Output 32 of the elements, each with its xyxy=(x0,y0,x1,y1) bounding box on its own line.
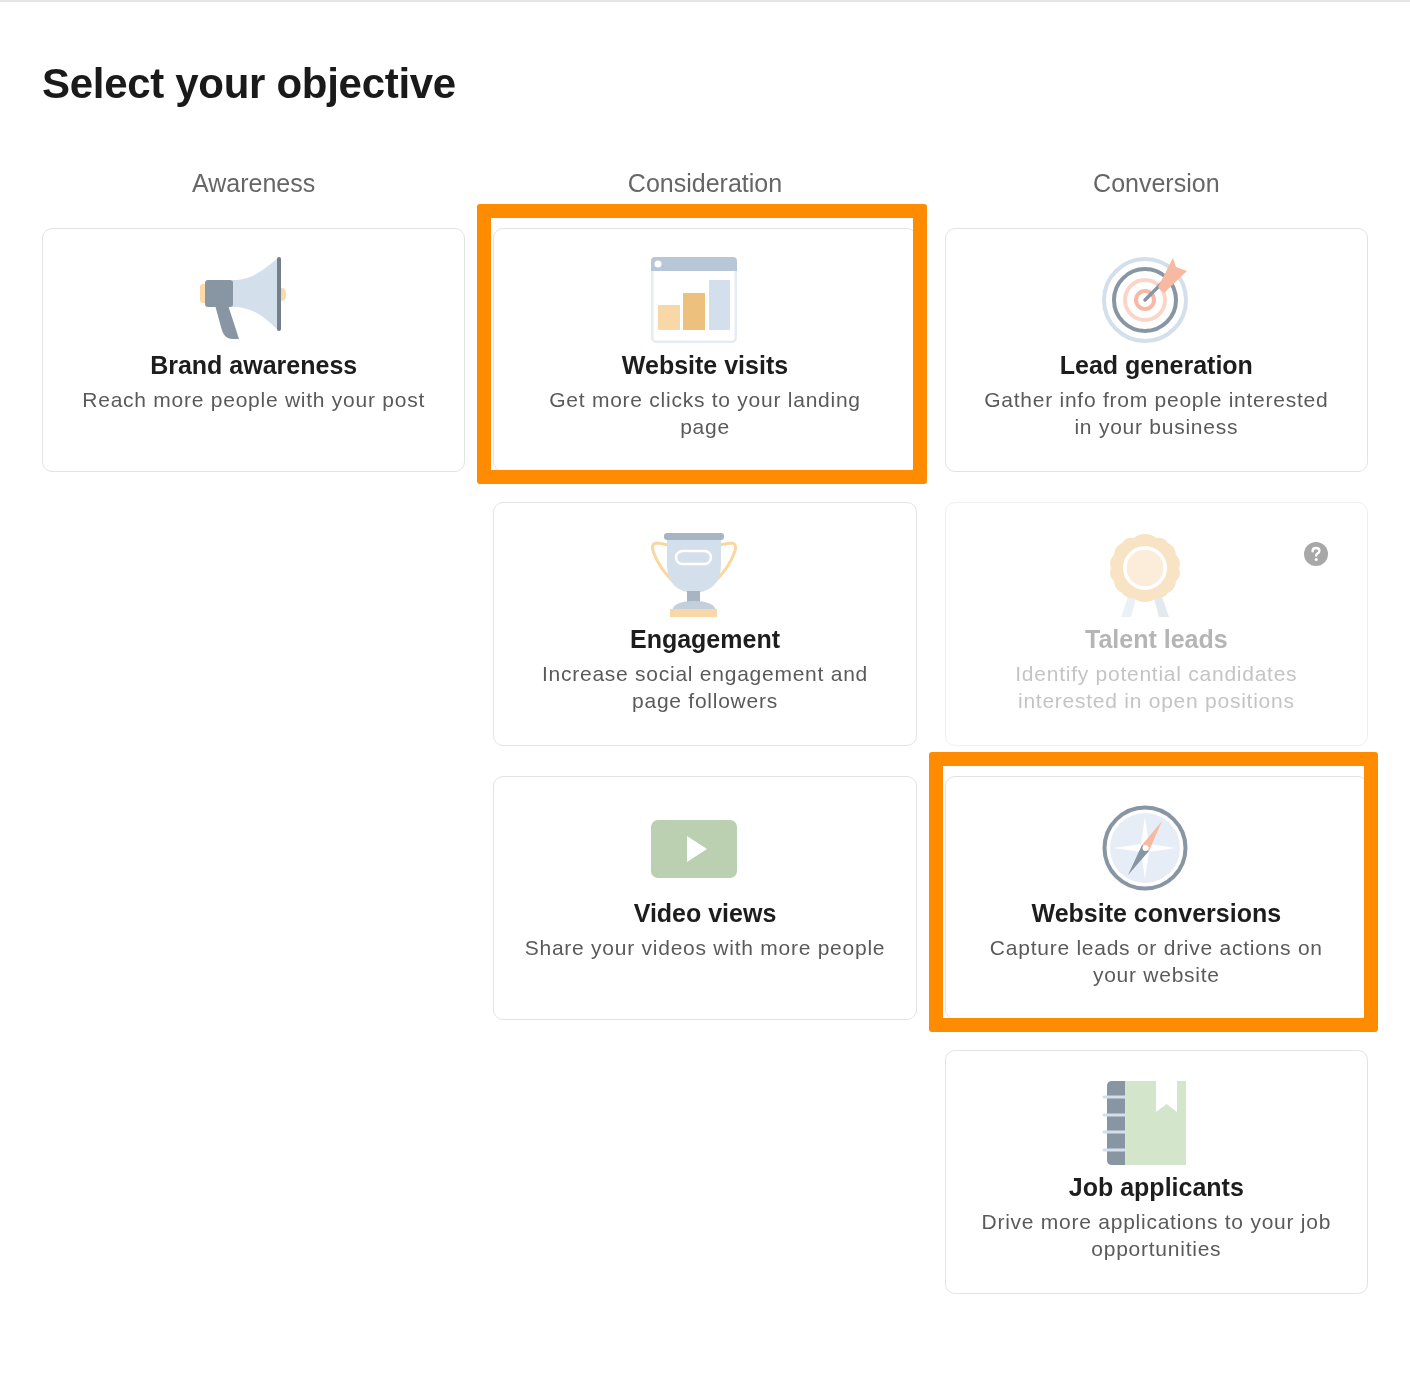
card-description: Increase social engagement and page followers xyxy=(540,661,869,714)
video-play-icon xyxy=(651,820,737,878)
card-title: Talent leads xyxy=(1085,624,1228,654)
card-title: Job applicants xyxy=(1068,1172,1244,1202)
card-title: Website visits xyxy=(621,350,789,380)
page-title: Select your objective xyxy=(42,59,457,109)
objective-card[interactable]: Brand awareness Reach more people with your post xyxy=(42,228,466,472)
target-icon xyxy=(1102,257,1189,343)
card-description: Gather info from people interested in your business xyxy=(983,387,1330,440)
objective-card[interactable]: Lead generation Gather info from people interested in your business xyxy=(944,228,1368,472)
column-heading: Consideration xyxy=(626,168,784,198)
trophy-icon xyxy=(651,531,737,617)
card-description: Capture leads or drive actions on your website xyxy=(988,935,1324,988)
megaphone-icon xyxy=(199,257,286,339)
card-description: Reach more people with your post xyxy=(82,387,425,413)
objective-card[interactable]: Video views Share your videos with more people xyxy=(493,776,917,1020)
card-title: Engagement xyxy=(629,624,780,654)
card-title: Website conversions xyxy=(1031,898,1282,928)
objective-card[interactable]: Job applicants Drive more applications to your job opportunities xyxy=(944,1050,1368,1294)
card-title: Brand awareness xyxy=(150,350,358,380)
card-description: Drive more applications to your job opportunities xyxy=(980,1209,1333,1262)
notebook-icon xyxy=(1102,1079,1189,1165)
card-title: Lead generation xyxy=(1059,350,1253,380)
bar-chart-icon xyxy=(651,257,737,343)
card-description: Share your videos with more people xyxy=(524,935,886,961)
objective-card[interactable]: Engagement Increase social engagement and page followers xyxy=(493,502,917,746)
card-description: Get more clicks to your landing page xyxy=(548,387,862,440)
column-heading: Awareness xyxy=(191,168,317,198)
card-description: Identify potential candidates interested in open positions xyxy=(1014,661,1299,714)
card-title: Video views xyxy=(633,898,777,928)
column-heading: Conversion xyxy=(1092,168,1221,198)
compass-icon xyxy=(1102,805,1189,891)
